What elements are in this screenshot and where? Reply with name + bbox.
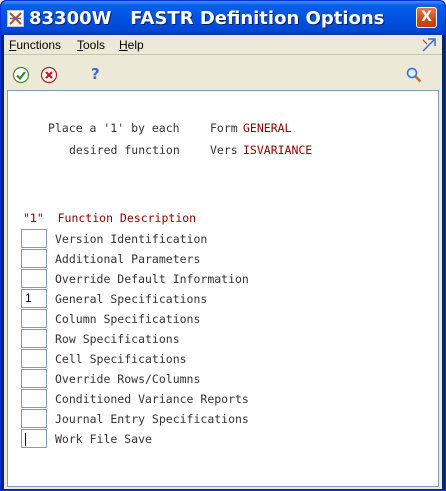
option-label: Override Rows/Columns: [55, 372, 201, 386]
menu-functions[interactable]: Functions: [9, 38, 61, 52]
form-label: Form: [210, 121, 238, 135]
option-input[interactable]: [21, 369, 47, 388]
close-button[interactable]: X: [416, 7, 437, 28]
menu-bar: Functions Tools Help: [4, 35, 442, 55]
instruction-line-1: Place a '1' by each: [48, 121, 180, 135]
option-label: Conditioned Variance Reports: [55, 392, 249, 406]
option-label: General Specifications: [55, 292, 208, 306]
option-label: Row Specifications: [55, 332, 180, 346]
app-icon: [7, 10, 24, 27]
form-value: GENERAL: [243, 121, 292, 135]
option-label: Cell Specifications: [55, 352, 187, 366]
option-input[interactable]: [21, 249, 47, 268]
menu-tools[interactable]: Tools: [77, 38, 105, 52]
text-caret: [25, 433, 26, 446]
option-input[interactable]: [21, 409, 47, 428]
option-label: Journal Entry Specifications: [55, 412, 249, 426]
toolbar: ?: [4, 56, 442, 90]
menu-help[interactable]: Help: [119, 38, 144, 52]
vers-label: Vers: [210, 143, 238, 157]
window-client: Functions Tools Help ? Place a '1' by ea…: [4, 35, 442, 489]
option-input-focused[interactable]: [21, 429, 47, 448]
cancel-icon[interactable]: [40, 66, 58, 84]
option-label: Additional Parameters: [55, 252, 201, 266]
window-title: 83300W FASTR Definition Options: [29, 8, 385, 29]
option-label: Work File Save: [55, 432, 152, 446]
option-input[interactable]: [21, 269, 47, 288]
exit-link-icon[interactable]: [420, 36, 438, 54]
app-window: 83300W FASTR Definition Options X Functi…: [0, 0, 446, 491]
option-input[interactable]: [21, 229, 47, 248]
option-label: Column Specifications: [55, 312, 201, 326]
option-label: Override Default Information: [55, 272, 249, 286]
close-icon: X: [421, 9, 432, 25]
form-panel: Place a '1' by each desired function For…: [7, 90, 439, 487]
help-icon[interactable]: ?: [91, 65, 100, 83]
column-header: "1" Function Description: [23, 211, 197, 225]
title-bar[interactable]: 83300W FASTR Definition Options X: [1, 1, 445, 35]
vers-value: ISVARIANCE: [243, 143, 313, 157]
option-input[interactable]: [21, 349, 47, 368]
option-input[interactable]: [21, 309, 47, 328]
option-input[interactable]: [21, 389, 47, 408]
option-input[interactable]: [21, 329, 47, 348]
instruction-line-2: desired function: [69, 143, 180, 157]
check-icon[interactable]: [12, 66, 30, 84]
option-input[interactable]: 1: [21, 289, 47, 308]
option-label: Version Identification: [55, 232, 208, 246]
magnifier-icon[interactable]: [405, 66, 423, 84]
